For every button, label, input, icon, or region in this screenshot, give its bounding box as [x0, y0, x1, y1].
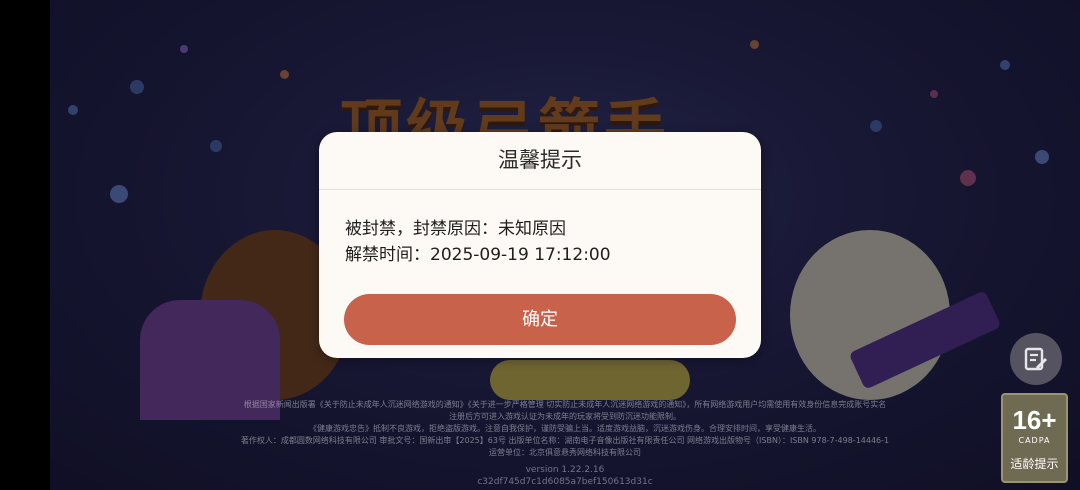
legal-line: 根据国家新闻出版署《关于防止未成年人沉迷网络游戏的通知》《关于进一步严格管理 切… — [243, 400, 887, 409]
ban-reason-text: 被封禁，封禁原因：未知原因 — [345, 219, 566, 239]
dialog-title: 温馨提示 — [319, 132, 761, 190]
notice-dialog: 温馨提示 被封禁，封禁原因：未知原因 解禁时间：2025-09-19 17:12… — [319, 132, 761, 358]
legal-line: 著作权人：成都圆数网络科技有限公司 审批文号：国新出审【2025】63号 出版单… — [240, 436, 890, 445]
dialog-message: 被封禁，封禁原因：未知原因 解禁时间：2025-09-19 17:12:00 — [319, 190, 761, 268]
age-rating-label: 适龄提示 — [1010, 457, 1059, 471]
age-rating-number: 16+ — [1012, 405, 1057, 435]
unban-time-text: 解禁时间：2025-09-19 17:12:00 — [345, 245, 611, 265]
legal-line: 运营单位：北京俱意悬秀网络科技有限公司 — [489, 448, 641, 457]
age-rating-org: CADPA — [1018, 436, 1051, 445]
edit-button[interactable] — [1010, 333, 1062, 385]
age-rating-badge[interactable]: 16+ CADPA 适龄提示 — [1001, 393, 1068, 483]
legal-line: 注册后方可进入游戏认证为未成年的玩家将受到防沉迷功能限制。 — [449, 412, 681, 421]
legal-notice: 根据国家新闻出版署《关于防止未成年人沉迷网络游戏的通知》《关于进一步严格管理 切… — [50, 399, 1080, 459]
legal-line: 《健康游戏忠告》抵制不良游戏，拒绝盗版游戏。注意自我保护，谨防受骗上当。适度游戏… — [309, 424, 821, 433]
version-text: version 1.22.2.16 — [525, 465, 605, 475]
edit-icon — [1024, 347, 1048, 371]
build-hash: c32df745d7c1d6085a7bef150613d31c — [477, 477, 653, 487]
confirm-button[interactable]: 确定 — [344, 294, 736, 345]
